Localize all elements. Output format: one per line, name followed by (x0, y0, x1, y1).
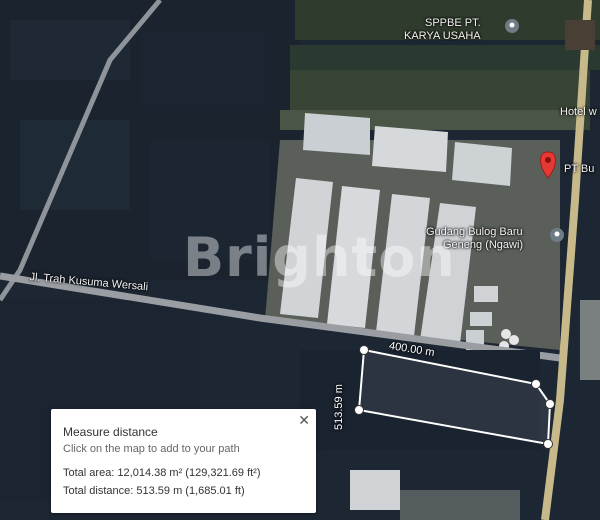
measure-vertex[interactable] (545, 399, 555, 409)
poi-label-sppbe[interactable]: SPPBE PT. (425, 17, 481, 29)
measure-vertex[interactable] (354, 405, 364, 415)
total-distance: Total distance: 513.59 m (1,685.01 ft) (63, 485, 245, 497)
measure-title: Measure distance (63, 425, 158, 439)
measure-distance-panel: ✕ Measure distance Click on the map to a… (51, 409, 316, 513)
poi-label-pt-bu[interactable]: PT Bu (564, 163, 594, 175)
poi-pin-icon[interactable] (550, 228, 564, 242)
total-area: Total area: 12,014.38 m² (129,321.69 ft²… (63, 467, 261, 479)
poi-pin-icon[interactable] (505, 19, 519, 33)
poi-label-hotel[interactable]: Hotel w (560, 106, 597, 118)
measure-vertex[interactable] (359, 345, 369, 355)
close-icon[interactable]: ✕ (298, 412, 310, 429)
measure-hint: Click on the map to add to your path (63, 443, 240, 455)
segment-length-left: 513.59 m (333, 384, 345, 430)
measure-vertex[interactable] (543, 439, 553, 449)
poi-label-karya[interactable]: KARYA USAHA (404, 30, 481, 42)
measure-vertex[interactable] (531, 379, 541, 389)
watermark: Brighton (183, 226, 456, 289)
